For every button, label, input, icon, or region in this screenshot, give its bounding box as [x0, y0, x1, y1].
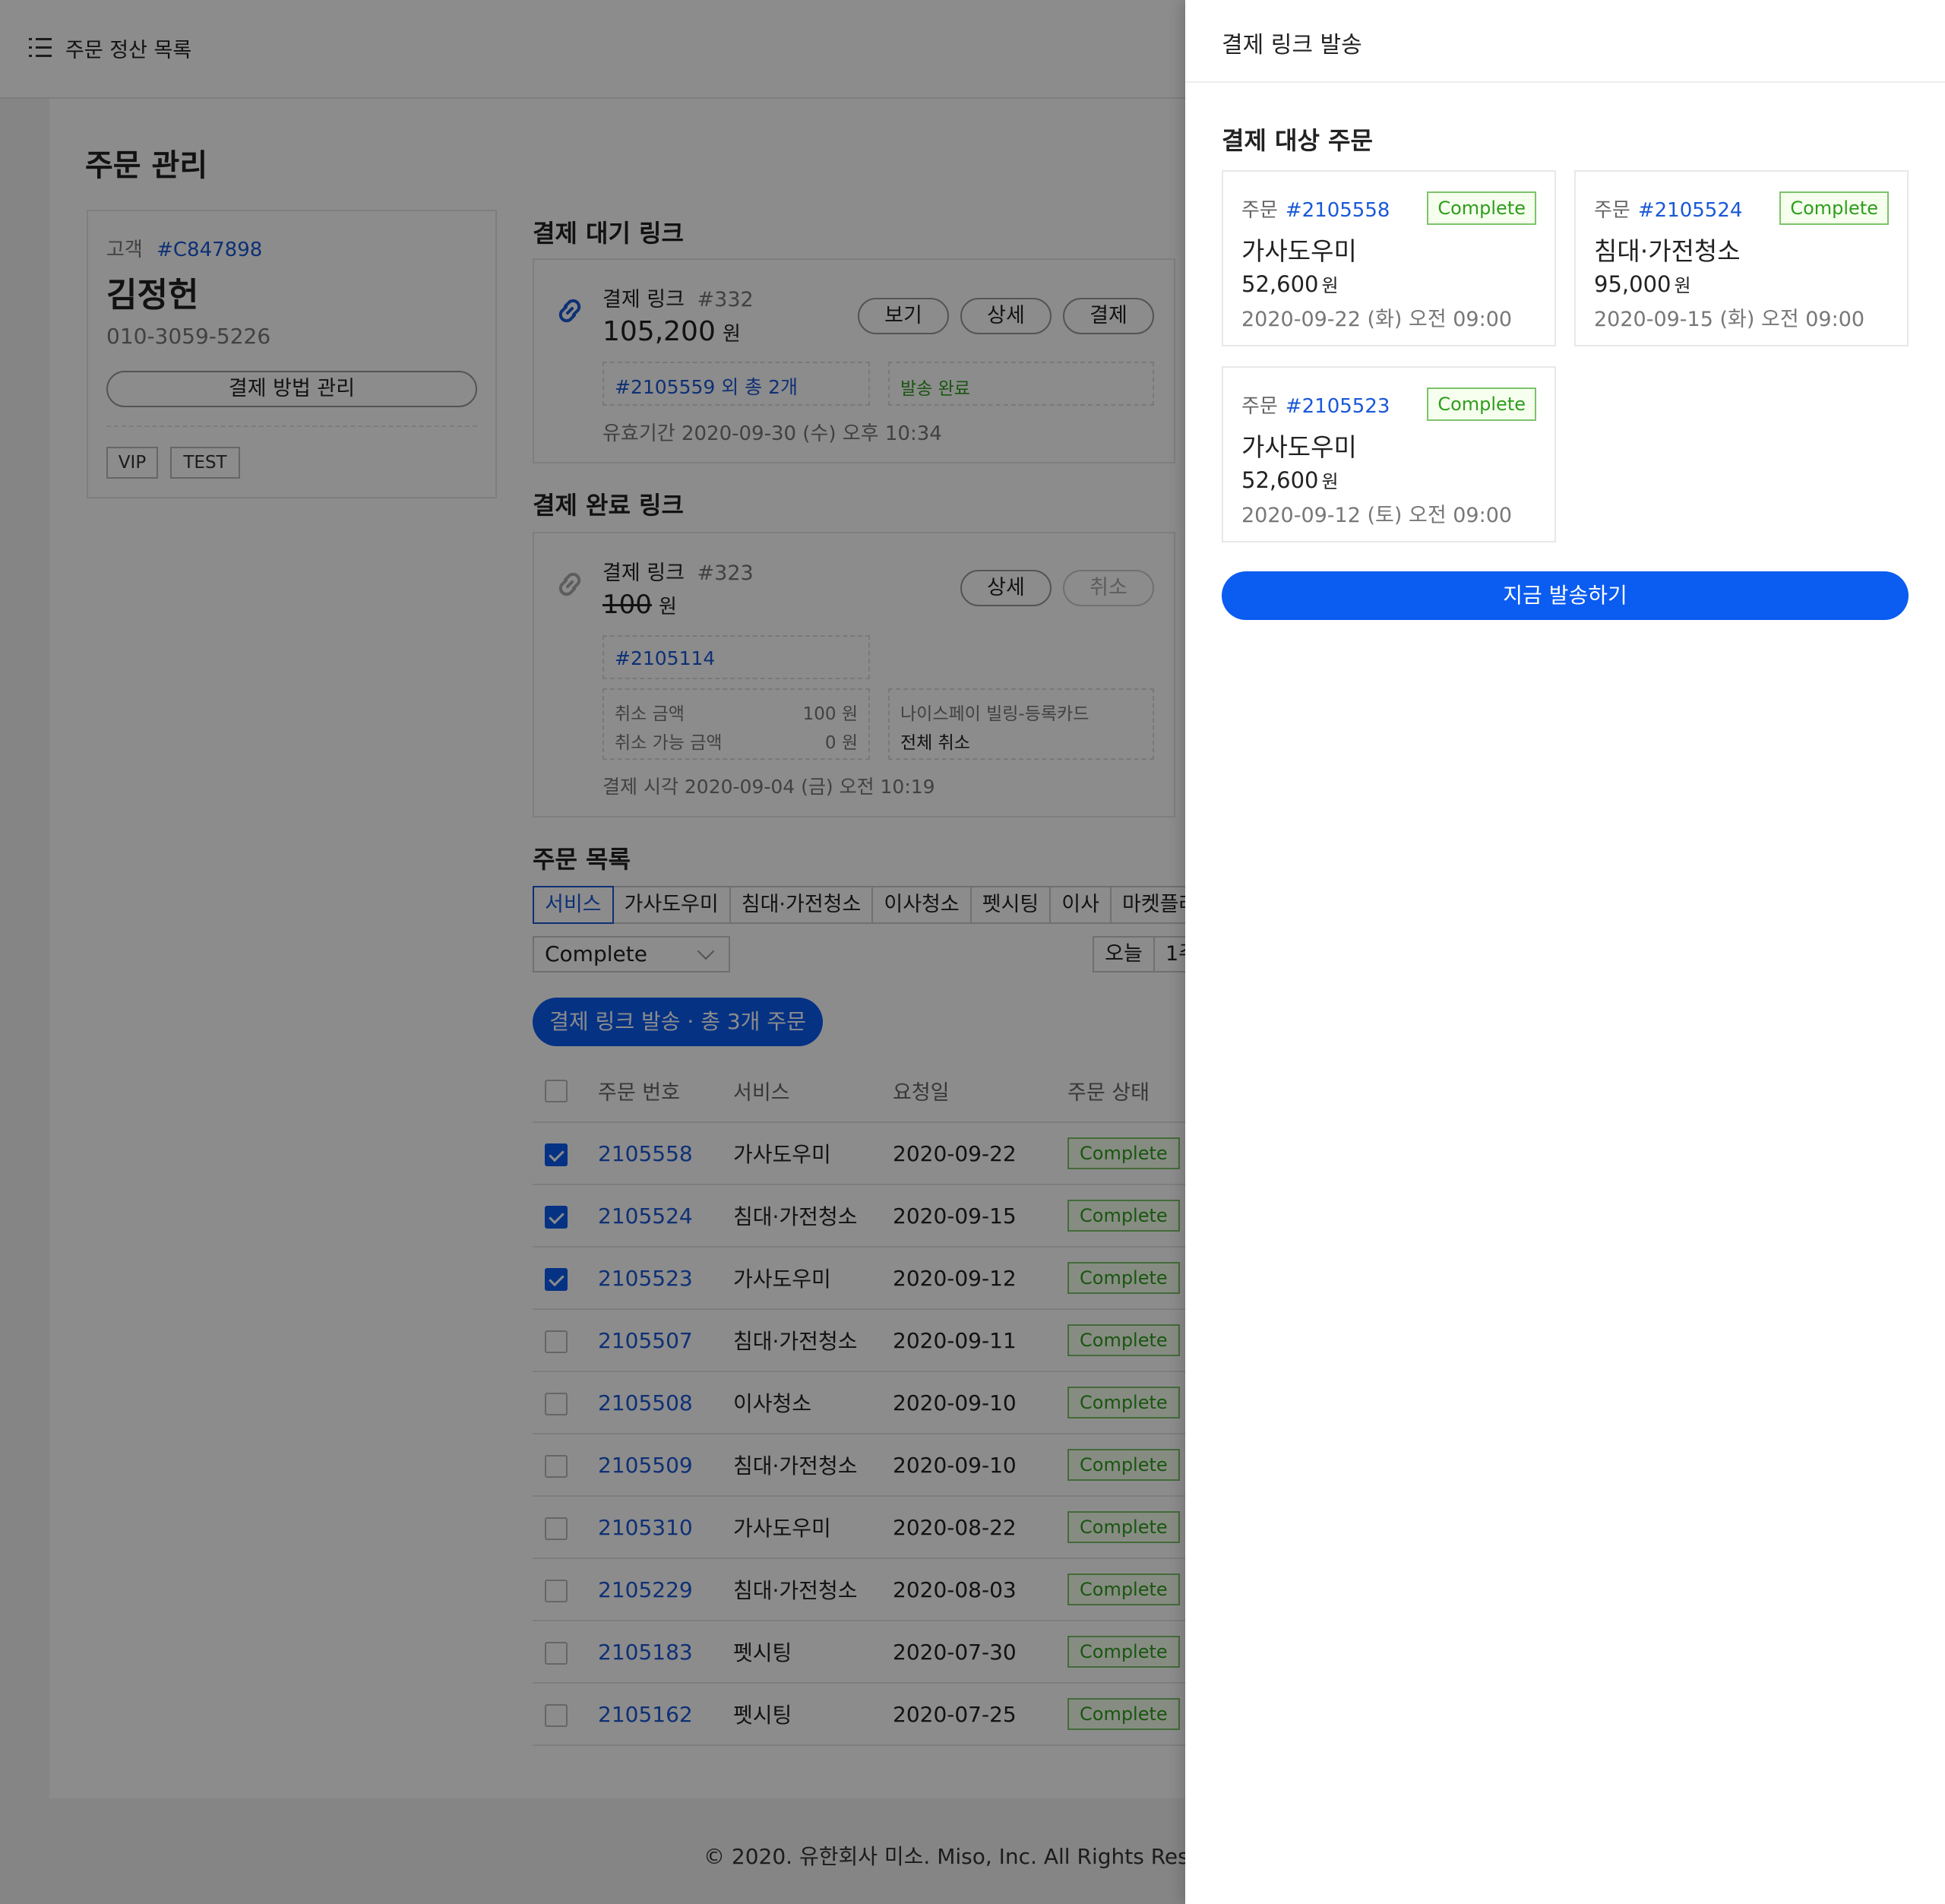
order-amount: 52,600 — [1241, 271, 1319, 297]
order-label: 주문 — [1241, 395, 1278, 418]
order-datetime: 2020-09-22 (화) 오전 09:00 — [1241, 308, 1513, 331]
card-header: 주문 #2105524 — [1594, 195, 1742, 223]
order-id[interactable]: #2105524 — [1638, 199, 1743, 222]
order-amount-row: 95,000 원 — [1594, 270, 1691, 297]
order-label: 주문 — [1594, 199, 1630, 222]
send-now-button[interactable]: 지금 발송하기 — [1222, 571, 1909, 620]
order-currency: 원 — [1674, 275, 1691, 296]
order-label: 주문 — [1241, 199, 1278, 222]
order-amount: 52,600 — [1241, 467, 1319, 493]
status-badge: Complete — [1779, 191, 1889, 225]
order-datetime: 2020-09-12 (토) 오전 09:00 — [1241, 504, 1513, 527]
modal-overlay[interactable] — [0, 0, 1185, 1904]
order-id[interactable]: #2105523 — [1286, 395, 1390, 418]
status-badge: Complete — [1427, 191, 1536, 225]
status-badge: Complete — [1427, 387, 1536, 421]
drawer-title: 결제 링크 발송 — [1222, 32, 1362, 59]
order-currency: 원 — [1321, 471, 1339, 492]
send-link-drawer: 결제 링크 발송 결제 대상 주문 주문 #2105558 Complete 가사… — [1185, 0, 1945, 1904]
order-amount-row: 52,600 원 — [1241, 270, 1339, 297]
target-order-card: 주문 #2105524 Complete 침대·가전청소 95,000 원 2020… — [1574, 170, 1909, 346]
card-header: 주문 #2105523 — [1241, 391, 1390, 419]
order-currency: 원 — [1321, 275, 1339, 296]
target-order-card: 주문 #2105558 Complete 가사도우미 52,600 원 2020-0… — [1222, 170, 1556, 346]
target-order-card: 주문 #2105523 Complete 가사도우미 52,600 원 2020-0… — [1222, 366, 1556, 542]
drawer-header: 결제 링크 발송 — [1185, 0, 1945, 83]
order-service: 가사도우미 — [1241, 432, 1357, 462]
drawer-subtitle: 결제 대상 주문 — [1222, 126, 1373, 155]
order-amount: 95,000 — [1594, 271, 1671, 297]
order-service: 가사도우미 — [1241, 236, 1357, 266]
order-service: 침대·가전청소 — [1594, 236, 1741, 266]
order-id[interactable]: #2105558 — [1286, 199, 1390, 222]
card-header: 주문 #2105558 — [1241, 195, 1390, 223]
order-amount-row: 52,600 원 — [1241, 467, 1339, 493]
order-datetime: 2020-09-15 (화) 오전 09:00 — [1594, 308, 1865, 331]
